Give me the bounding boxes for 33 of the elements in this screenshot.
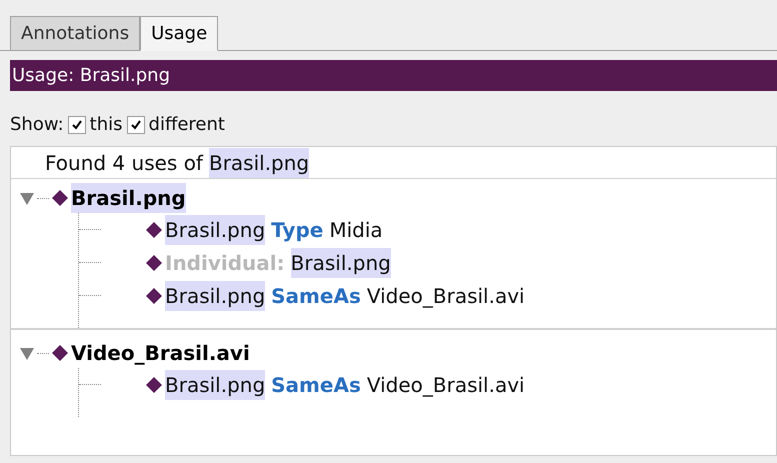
value-text: Video_Brasil.avi xyxy=(366,372,525,399)
checkbox[interactable] xyxy=(68,116,86,134)
diamond-icon xyxy=(145,286,163,304)
checkbox[interactable] xyxy=(126,116,145,134)
entity-name: Brasil.png xyxy=(165,280,266,310)
type-label: Individual: xyxy=(165,250,285,276)
collapse-arrow-icon[interactable] xyxy=(19,345,35,361)
value-text: Video_Brasil.avi xyxy=(366,282,525,310)
property-name: SameAs xyxy=(271,372,361,398)
entity-name: Brasil.png xyxy=(165,370,266,400)
individual-name[interactable]: Video_Brasil.avi xyxy=(71,338,250,368)
diamond-icon xyxy=(145,376,163,394)
diamond-icon xyxy=(145,254,163,272)
checkmark-icon xyxy=(130,118,142,130)
tab[interactable]: Annotations xyxy=(10,16,140,51)
entity-name: Brasil.png xyxy=(290,248,391,278)
value-text: Midia xyxy=(329,216,383,244)
individual-name[interactable]: Brasil.png xyxy=(71,183,186,213)
show-label: Show: xyxy=(10,113,64,137)
diamond-icon xyxy=(51,189,69,207)
entity-name: Brasil.png xyxy=(165,214,266,244)
property-name: Type xyxy=(271,216,324,244)
checkbox-label[interactable]: different xyxy=(148,111,225,138)
diamond-icon xyxy=(145,220,163,238)
results-summary: Found 4 uses of xyxy=(45,150,203,176)
checkmark-icon xyxy=(70,118,83,130)
checkbox-label[interactable]: this xyxy=(90,111,123,138)
property-name: SameAs xyxy=(271,282,361,310)
entity-name: Brasil.png xyxy=(208,148,310,178)
title-bar: Usage: Brasil.png xyxy=(10,60,777,91)
diamond-icon xyxy=(51,344,69,362)
collapse-arrow-icon[interactable] xyxy=(19,190,35,206)
tab[interactable]: Usage xyxy=(140,16,218,51)
